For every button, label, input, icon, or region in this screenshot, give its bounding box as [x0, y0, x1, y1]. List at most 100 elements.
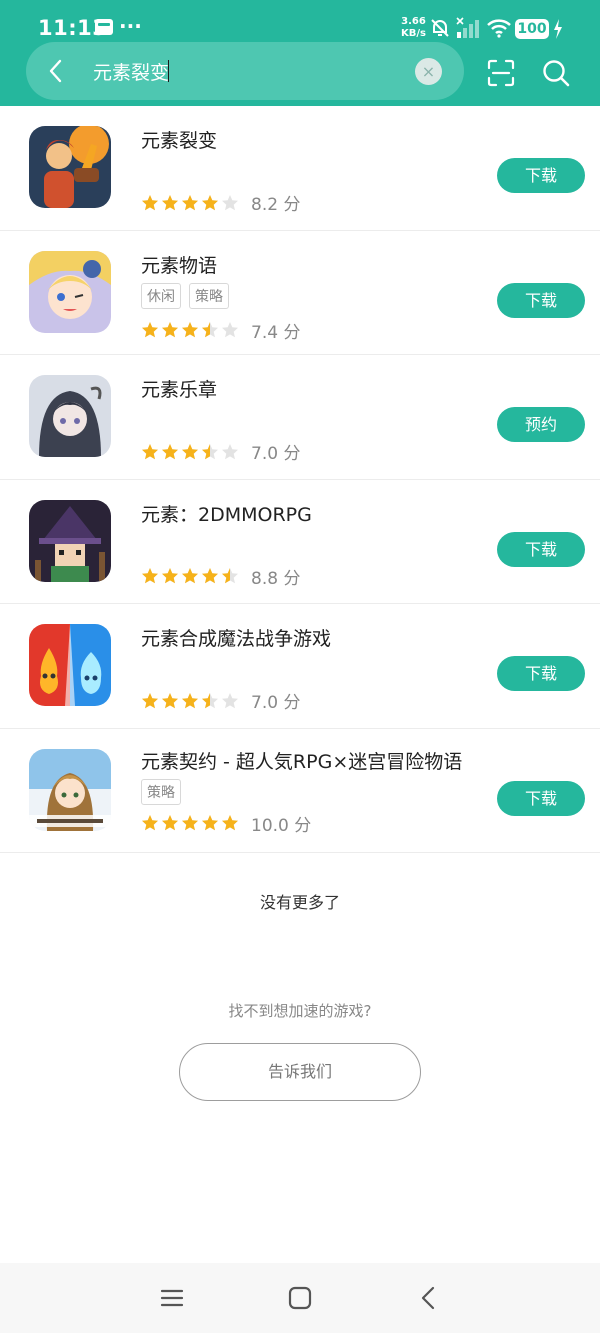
- mail-notification-icon: [95, 19, 113, 35]
- result-item[interactable]: 元素物语 休闲 策略 7.4 分 下载: [0, 231, 600, 355]
- star-filled-icon: [162, 322, 178, 338]
- rating: 7.0 分: [141, 688, 300, 713]
- download-button[interactable]: 下载: [497, 282, 585, 318]
- star-rating: [141, 443, 239, 461]
- star-filled-icon: [162, 815, 178, 831]
- search-input[interactable]: 元素裂变: [93, 58, 169, 85]
- star-filled-icon: [142, 322, 158, 338]
- home-icon[interactable]: [288, 1286, 312, 1310]
- star-empty-icon: [222, 443, 238, 459]
- rating: 7.4 分: [141, 318, 300, 343]
- network-speed-unit: KB/s: [401, 28, 426, 39]
- rating-score: 7.0 分: [251, 444, 301, 464]
- tag: 策略: [189, 282, 229, 309]
- star-filled-icon: [142, 692, 158, 708]
- result-item[interactable]: 元素裂变 8.2 分 下载: [0, 106, 600, 231]
- rating: 8.2 分: [141, 190, 300, 215]
- rating-score: 8.8 分: [251, 568, 301, 589]
- download-button[interactable]: 下载: [497, 780, 585, 816]
- game-icon-yuansu-hecheng[interactable]: [29, 624, 111, 706]
- search-icon[interactable]: [541, 58, 571, 88]
- star-filled-icon: [142, 194, 158, 210]
- mute-bell-icon: [431, 19, 449, 37]
- tag: 策略: [141, 778, 181, 805]
- cant-find-text: 找不到想加速的游戏?: [228, 1002, 372, 1020]
- game-title[interactable]: 元素裂变: [141, 126, 217, 153]
- result-item[interactable]: 元素乐章 7.0 分 预约: [0, 355, 600, 480]
- result-item[interactable]: 元素：2DMMORPG 8.8 分 下载: [0, 480, 600, 604]
- download-button[interactable]: 下载: [497, 656, 585, 691]
- star-filled-icon: [202, 194, 218, 210]
- charging-icon: [554, 19, 562, 39]
- star-filled-icon: [182, 692, 198, 708]
- game-title[interactable]: 元素乐章: [141, 375, 217, 402]
- star-filled-icon: [162, 692, 178, 708]
- game-icon-yuansu-qiyue[interactable]: [29, 748, 111, 831]
- game-title[interactable]: 元素合成魔法战争游戏: [141, 624, 331, 651]
- game-icon-yuansu-wuyu[interactable]: [29, 250, 111, 333]
- tag-list: 休闲 策略: [141, 282, 229, 309]
- result-item[interactable]: 元素合成魔法战争游戏 7.0 分 下载: [0, 604, 600, 729]
- star-filled-icon: [182, 443, 198, 459]
- rating-score: 7.0 分: [251, 693, 301, 713]
- rating: 7.0 分: [141, 439, 300, 464]
- game-icon-yuansu-yuezhang[interactable]: [29, 375, 111, 457]
- battery-level: 100: [515, 19, 549, 39]
- network-speed-value: 3.66: [401, 16, 426, 27]
- star-rating: [141, 567, 239, 585]
- star-half-icon: [222, 568, 238, 584]
- star-filled-icon: [142, 815, 158, 831]
- scan-icon[interactable]: [486, 58, 516, 88]
- star-filled-icon: [142, 443, 158, 459]
- star-filled-icon: [162, 194, 178, 210]
- status-bar: 11:13 ··· 3.66 KB/s 100: [0, 0, 600, 44]
- star-filled-icon: [182, 815, 198, 831]
- rating-score: 8.2 分: [251, 195, 301, 215]
- star-filled-icon: [222, 815, 238, 831]
- download-button[interactable]: 下载: [497, 158, 585, 193]
- star-empty-icon: [222, 322, 238, 338]
- more-notifications-indicator: ···: [119, 14, 142, 38]
- star-half-icon: [202, 443, 218, 459]
- tag: 休闲: [141, 282, 181, 309]
- result-item[interactable]: 元素契约 - 超人気RPG×迷宫冒险物语 策略 10.0 分 下载: [0, 729, 600, 853]
- rating: 8.8 分: [141, 564, 300, 589]
- rating: 10.0 分: [141, 811, 311, 836]
- star-filled-icon: [182, 322, 198, 338]
- no-more-text: 没有更多了: [259, 893, 340, 912]
- text-cursor: [168, 60, 169, 82]
- rating-score: 10.0 分: [251, 815, 312, 836]
- game-title[interactable]: 元素契约 - 超人気RPG×迷宫冒险物语: [141, 747, 462, 774]
- clear-search-button[interactable]: ×: [415, 58, 442, 85]
- star-filled-icon: [182, 568, 198, 584]
- search-results-list: 元素裂变 8.2 分 下载 元素物语 休闲 策略 7.4 分 下载 元素乐章 7…: [0, 106, 600, 853]
- game-title[interactable]: 元素：2DMMORPG: [141, 500, 312, 527]
- tag-list: 策略: [141, 778, 181, 805]
- star-rating: [141, 321, 239, 339]
- star-filled-icon: [162, 568, 178, 584]
- star-empty-icon: [222, 692, 238, 708]
- star-half-icon: [202, 322, 218, 338]
- menu-icon[interactable]: [160, 1286, 184, 1310]
- star-rating: [141, 194, 239, 212]
- reserve-button[interactable]: 预约: [497, 407, 585, 442]
- tell-us-button[interactable]: 告诉我们: [179, 1043, 421, 1101]
- download-button[interactable]: 下载: [497, 531, 585, 567]
- rating-score: 7.4 分: [251, 322, 301, 343]
- back-arrow-icon[interactable]: [44, 58, 70, 84]
- star-filled-icon: [202, 568, 218, 584]
- wifi-icon: [487, 19, 511, 38]
- game-icon-yuansu-liebian[interactable]: [29, 126, 111, 208]
- search-bar[interactable]: [26, 42, 464, 100]
- back-icon[interactable]: [418, 1285, 438, 1311]
- star-filled-icon: [142, 568, 158, 584]
- game-title[interactable]: 元素物语: [141, 251, 217, 278]
- game-icon-yuansu-2dmmorpg[interactable]: [29, 499, 111, 582]
- star-rating: [141, 692, 239, 710]
- star-half-icon: [202, 692, 218, 708]
- star-filled-icon: [162, 443, 178, 459]
- star-rating: [141, 814, 239, 832]
- network-speed: 3.66 KB/s: [401, 16, 426, 40]
- signal-icon: [456, 17, 479, 38]
- star-empty-icon: [222, 194, 238, 210]
